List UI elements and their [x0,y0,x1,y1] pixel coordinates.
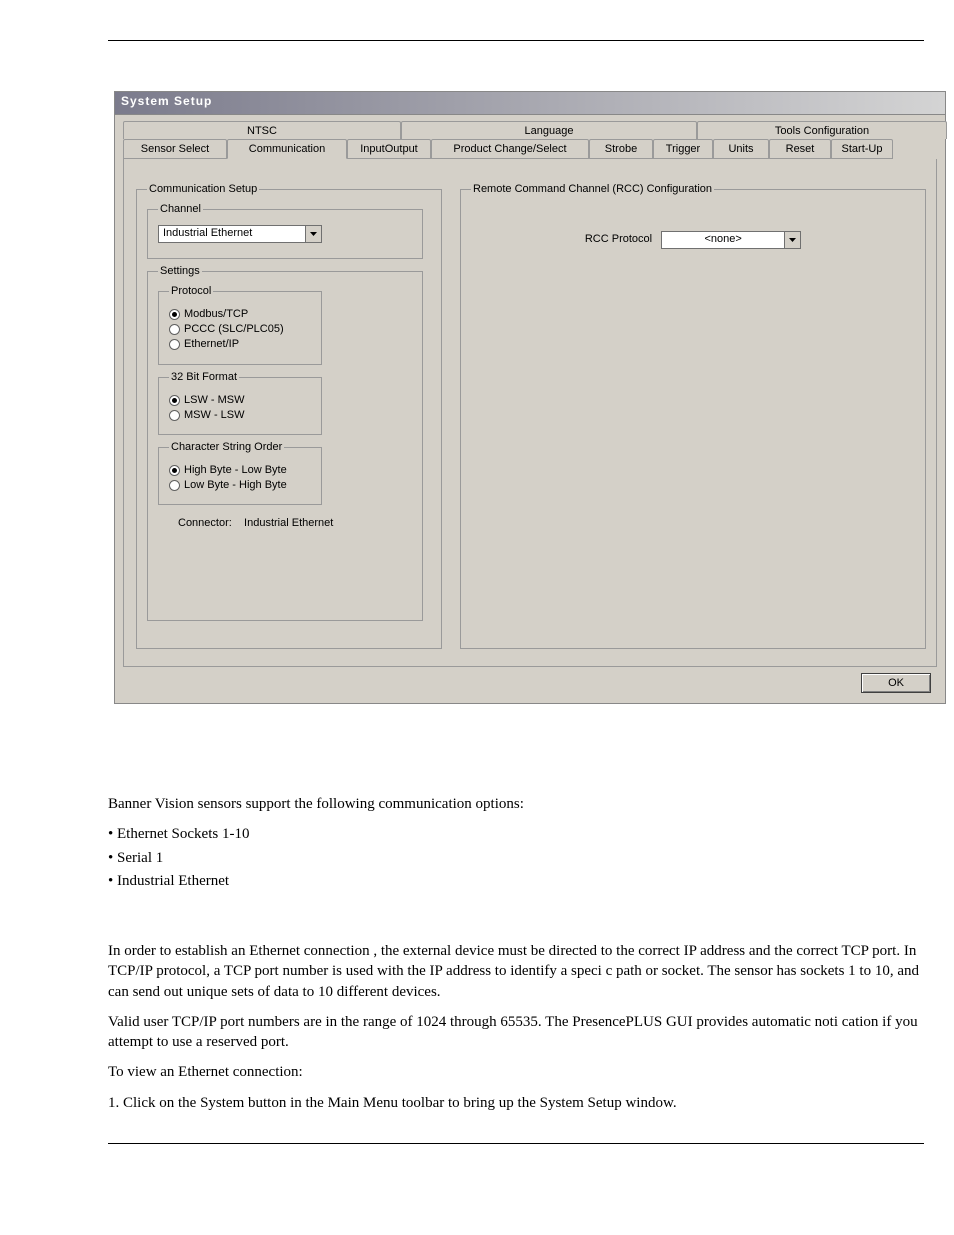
radio-icon [169,410,180,421]
ok-button[interactable]: OK [861,673,931,693]
char-string-order-legend: Character String Order [169,441,284,453]
dialog-body: NTSCLanguageTools Configuration Sensor S… [114,115,946,704]
tab-sensor-select[interactable]: Sensor Select [123,139,227,159]
bit-format-option[interactable]: LSW - MSW [169,394,311,406]
system-setup-dialog: System Setup NTSCLanguageTools Configura… [114,91,946,704]
channel-dropdown[interactable]: Industrial Ethernet [158,225,322,243]
document-prose: Banner Vision sensors support the follow… [108,794,924,1113]
protocol-option[interactable]: PCCC (SLC/PLC05) [169,323,311,335]
tab-strobe[interactable]: Strobe [589,139,653,159]
radio-icon [169,339,180,350]
char-order-option-label: Low Byte - High Byte [184,479,287,491]
rcc-protocol-dropdown[interactable]: <none> [661,231,801,249]
list-item: • Ethernet Sockets 1-10 [108,824,924,844]
tab-start-up[interactable]: Start-Up [831,139,893,159]
char-order-option-label: High Byte - Low Byte [184,464,287,476]
tab-content-communication: Communication Setup Channel Industrial E… [123,159,937,667]
channel-dropdown-value: Industrial Ethernet [159,226,305,242]
radio-icon [169,480,180,491]
list-item: • Serial 1 [108,848,924,868]
char-string-order-group: Character String Order High Byte - Low B… [158,441,322,505]
intro-paragraph: Banner Vision sensors support the follow… [108,794,924,814]
step-1: 1. Click on the System button in the Mai… [108,1093,924,1113]
communication-setup-legend: Communication Setup [147,183,259,195]
tab-top[interactable]: Tools Configuration [697,121,947,139]
protocol-option[interactable]: Modbus/TCP [169,308,311,320]
bit-format-option-label: MSW - LSW [184,409,245,421]
chevron-down-icon [305,226,321,242]
tabs-top: NTSCLanguageTools Configuration [123,121,937,139]
settings-group: Settings Protocol Modbus/TCP PCCC (SLC/PL… [147,265,423,621]
rcc-protocol-label: RCC Protocol [585,233,652,245]
protocol-option-label: Ethernet/IP [184,338,239,350]
dialog-title: System Setup [114,91,946,115]
rcc-protocol-value: <none> [662,232,784,248]
tab-communication[interactable]: Communication [227,139,347,159]
tab-reset[interactable]: Reset [769,139,831,159]
tab-product-change-select[interactable]: Product Change/Select [431,139,589,159]
radio-icon [169,324,180,335]
connector-label: Connector: [178,517,232,529]
bit-format-option[interactable]: MSW - LSW [169,409,311,421]
protocol-option-label: PCCC (SLC/PLC05) [184,323,284,335]
bit-format-option-label: LSW - MSW [184,394,245,406]
tab-units[interactable]: Units [713,139,769,159]
list-item: • Industrial Ethernet [108,871,924,891]
rcc-legend: Remote Command Channel (RCC) Configurati… [471,183,714,195]
tab-trigger[interactable]: Trigger [653,139,713,159]
chevron-down-icon [784,232,800,248]
tab-top[interactable]: NTSC [123,121,401,139]
char-order-option[interactable]: Low Byte - High Byte [169,479,311,491]
char-order-option[interactable]: High Byte - Low Byte [169,464,311,476]
protocol-legend: Protocol [169,285,213,297]
ethernet-paragraph-3: To view an Ethernet connection: [108,1062,924,1082]
communication-setup-group: Communication Setup Channel Industrial E… [136,183,442,649]
settings-legend: Settings [158,265,202,277]
channel-legend: Channel [158,203,203,215]
protocol-option-label: Modbus/TCP [184,308,248,320]
dialog-button-row: OK [115,667,945,693]
bit-format-legend: 32 Bit Format [169,371,239,383]
protocol-option[interactable]: Ethernet/IP [169,338,311,350]
connector-row: Connector: Industrial Ethernet [158,517,412,529]
radio-icon [169,465,180,476]
ethernet-paragraph-2: Valid user TCP/IP port numbers are in th… [108,1012,924,1053]
radio-icon [169,309,180,320]
tabs-second: Sensor SelectCommunicationInputOutputPro… [123,139,937,159]
ethernet-paragraph-1: In order to establish an Ethernet connec… [108,941,924,1002]
radio-icon [169,395,180,406]
tab-inputoutput[interactable]: InputOutput [347,139,431,159]
bit-format-group: 32 Bit Format LSW - MSW MSW - LSW [158,371,322,435]
tab-top[interactable]: Language [401,121,697,139]
connector-value: Industrial Ethernet [244,517,333,529]
channel-group: Channel Industrial Ethernet [147,203,423,259]
options-list: • Ethernet Sockets 1-10 • Serial 1 • Indus… [108,824,924,891]
rcc-config-group: Remote Command Channel (RCC) Configurati… [460,183,926,649]
protocol-group: Protocol Modbus/TCP PCCC (SLC/PLC05) Ether… [158,285,322,365]
